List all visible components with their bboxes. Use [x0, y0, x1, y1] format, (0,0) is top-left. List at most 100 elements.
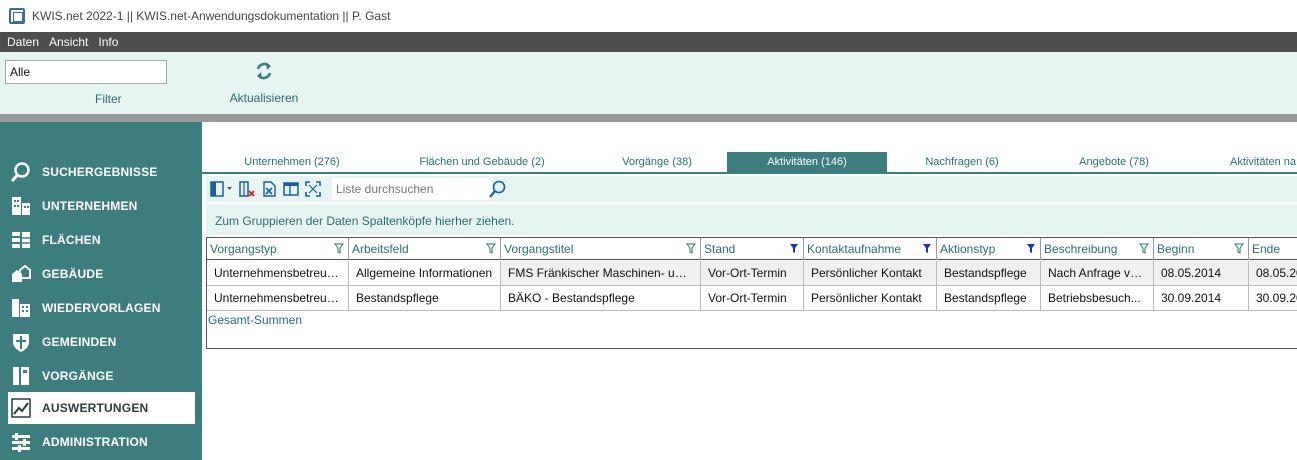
- cell-arbeitsfeld[interactable]: Bestandspflege: [349, 286, 501, 310]
- sidebar-item-label: UNTERNEHMEN: [42, 199, 138, 213]
- main-panel: Unternehmen (276) Flächen und Gebäude (2…: [202, 122, 1297, 460]
- filter-icon[interactable]: [1234, 243, 1244, 254]
- cell-ende[interactable]: 08.05.2014: [1249, 261, 1297, 285]
- sidebar-item-suchergebnisse[interactable]: SUCHERGEBNISSE: [8, 156, 195, 188]
- search-icon[interactable]: [488, 179, 508, 199]
- sidebar-item-label: ADMINISTRATION: [42, 435, 148, 449]
- sidebar-item-label: SUCHERGEBNISSE: [42, 165, 158, 179]
- cell-vorgangstitel[interactable]: BÄKO - Bestandspflege: [501, 286, 701, 310]
- grid-toolbar: [206, 176, 1297, 202]
- filter-icon[interactable]: [686, 243, 696, 254]
- column-chooser-icon[interactable]: [210, 180, 234, 198]
- group-by-panel[interactable]: Zum Gruppieren der Daten Spaltenköpfe hi…: [206, 204, 1297, 235]
- cell-vorgangstitel[interactable]: FMS Fränkischer Maschinen- und S...: [501, 261, 701, 285]
- chart-icon: [10, 397, 32, 419]
- ribbon-separator: [0, 114, 1297, 122]
- cell-beginn[interactable]: 08.05.2014: [1154, 261, 1249, 285]
- column-label: Arbeitsfeld: [352, 242, 409, 256]
- folder-icon: [10, 365, 32, 387]
- filter-icon[interactable]: [334, 243, 344, 254]
- tab-vorgaenge[interactable]: Vorgänge (38): [607, 152, 707, 172]
- column-label: Kontaktaufnahme: [807, 242, 902, 256]
- excel-export-icon[interactable]: [260, 180, 278, 198]
- filter-active-icon[interactable]: [789, 243, 799, 254]
- filter-input[interactable]: [5, 60, 167, 84]
- sidebar-item-label: VORGÄNGE: [42, 369, 114, 383]
- sidebar-item-gebaeude[interactable]: GEBÄUDE: [8, 258, 195, 290]
- sidebar-item-vorgaenge[interactable]: VORGÄNGE: [8, 360, 195, 392]
- column-header-beginn[interactable]: Beginn: [1154, 238, 1249, 260]
- column-label: Stand: [704, 242, 736, 256]
- cell-aktionstyp[interactable]: Bestandspflege: [937, 261, 1041, 285]
- menu-daten[interactable]: Daten: [7, 35, 39, 49]
- sidebar-item-label: GEMEINDEN: [42, 335, 117, 349]
- column-header-kontaktaufnahme[interactable]: Kontaktaufnahme: [804, 238, 937, 260]
- tab-aktivitaeten-na[interactable]: Aktivitäten na: [1222, 152, 1297, 172]
- filter-active-icon[interactable]: [1026, 243, 1036, 254]
- sidebar-item-label: GEBÄUDE: [42, 267, 104, 281]
- tab-angebote[interactable]: Angebote (78): [1070, 152, 1158, 172]
- cell-beschreibung[interactable]: Betriebsbesuch...: [1041, 286, 1154, 310]
- window-title: KWIS.net 2022-1 || KWIS.net-Anwendungsdo…: [32, 9, 391, 23]
- fullscreen-icon[interactable]: [304, 180, 322, 198]
- table-row[interactable]: Unternehmensbetreuung Bestandspflege BÄK…: [207, 286, 1297, 311]
- tab-nachfragen[interactable]: Nachfragen (6): [914, 152, 1010, 172]
- sidebar-item-label: WIEDERVORLAGEN: [42, 301, 161, 315]
- column-header-vorgangstitel[interactable]: Vorgangstitel: [501, 238, 701, 260]
- title-bar: KWIS.net 2022-1 || KWIS.net-Anwendungsdo…: [0, 0, 1297, 32]
- calendar-icon: [10, 297, 32, 319]
- column-header-arbeitsfeld[interactable]: Arbeitsfeld: [349, 238, 501, 260]
- column-header-beschreibung[interactable]: Beschreibung: [1041, 238, 1154, 260]
- app-icon: [9, 8, 25, 24]
- tab-flaechen-gebaeude[interactable]: Flächen und Gebäude (2): [407, 152, 557, 172]
- layout-icon[interactable]: [282, 180, 300, 198]
- grid-header: Vorgangstyp Arbeitsfeld Vorgangstitel St…: [207, 238, 1297, 260]
- cell-kontaktaufnahme[interactable]: Persönlicher Kontakt: [804, 261, 937, 285]
- clear-filter-icon[interactable]: [238, 180, 256, 198]
- column-header-ende[interactable]: Ende: [1249, 238, 1297, 260]
- tab-bar: Unternehmen (276) Flächen und Gebäude (2…: [202, 152, 1297, 172]
- cell-ende[interactable]: 30.09.2014: [1249, 286, 1297, 310]
- list-search-input[interactable]: [332, 178, 492, 200]
- cell-stand[interactable]: Vor-Ort-Termin: [701, 286, 804, 310]
- column-header-vorgangstyp[interactable]: Vorgangstyp: [207, 238, 349, 260]
- magnifier-icon: [10, 161, 32, 183]
- cell-arbeitsfeld[interactable]: Allgemeine Informationen: [349, 261, 501, 285]
- column-label: Beschreibung: [1044, 242, 1118, 256]
- menu-ansicht[interactable]: Ansicht: [49, 35, 88, 49]
- cell-vorgangstyp[interactable]: Unternehmensbetreuung: [207, 286, 349, 310]
- ribbon: Filter Aktualisieren: [0, 52, 1297, 114]
- data-grid: Vorgangstyp Arbeitsfeld Vorgangstitel St…: [206, 237, 1297, 349]
- column-label: Vorgangstyp: [210, 242, 277, 256]
- cell-aktionstyp[interactable]: Bestandspflege: [937, 286, 1041, 310]
- menu-info[interactable]: Info: [98, 35, 118, 49]
- sidebar-item-label: FLÄCHEN: [42, 233, 101, 247]
- sidebar-item-flaechen[interactable]: FLÄCHEN: [8, 224, 195, 256]
- refresh-button[interactable]: Aktualisieren: [228, 58, 300, 110]
- column-header-aktionstyp[interactable]: Aktionstyp: [937, 238, 1041, 260]
- building-icon: [10, 195, 32, 217]
- sidebar-item-unternehmen[interactable]: UNTERNEHMEN: [8, 190, 195, 222]
- filter-icon[interactable]: [1139, 243, 1149, 254]
- cell-vorgangstyp[interactable]: Unternehmensbetreuung: [207, 261, 349, 285]
- sidebar-item-wiedervorlagen[interactable]: WIEDERVORLAGEN: [8, 292, 195, 324]
- cell-beginn[interactable]: 30.09.2014: [1154, 286, 1249, 310]
- filter-icon[interactable]: [486, 243, 496, 254]
- sidebar-item-auswertungen[interactable]: AUSWERTUNGEN: [8, 392, 195, 424]
- filter-active-icon[interactable]: [922, 243, 932, 254]
- column-header-stand[interactable]: Stand: [701, 238, 804, 260]
- sliders-icon: [10, 431, 32, 453]
- sidebar-item-gemeinden[interactable]: GEMEINDEN: [8, 326, 195, 358]
- tab-aktivitaeten[interactable]: Aktivitäten (146): [727, 152, 887, 172]
- cell-kontaktaufnahme[interactable]: Persönlicher Kontakt: [804, 286, 937, 310]
- houses-icon: [10, 263, 32, 285]
- sidebar-item-administration[interactable]: ADMINISTRATION: [8, 426, 195, 458]
- cell-stand[interactable]: Vor-Ort-Termin: [701, 261, 804, 285]
- area-icon: [10, 229, 32, 251]
- refresh-icon: [256, 62, 272, 80]
- tab-unternehmen[interactable]: Unternehmen (276): [227, 152, 357, 172]
- cell-beschreibung[interactable]: Nach Anfrage von...: [1041, 261, 1154, 285]
- sidebar-item-label: AUSWERTUNGEN: [42, 401, 149, 415]
- table-row[interactable]: Unternehmensbetreuung Allgemeine Informa…: [207, 261, 1297, 286]
- shield-icon: [10, 331, 32, 353]
